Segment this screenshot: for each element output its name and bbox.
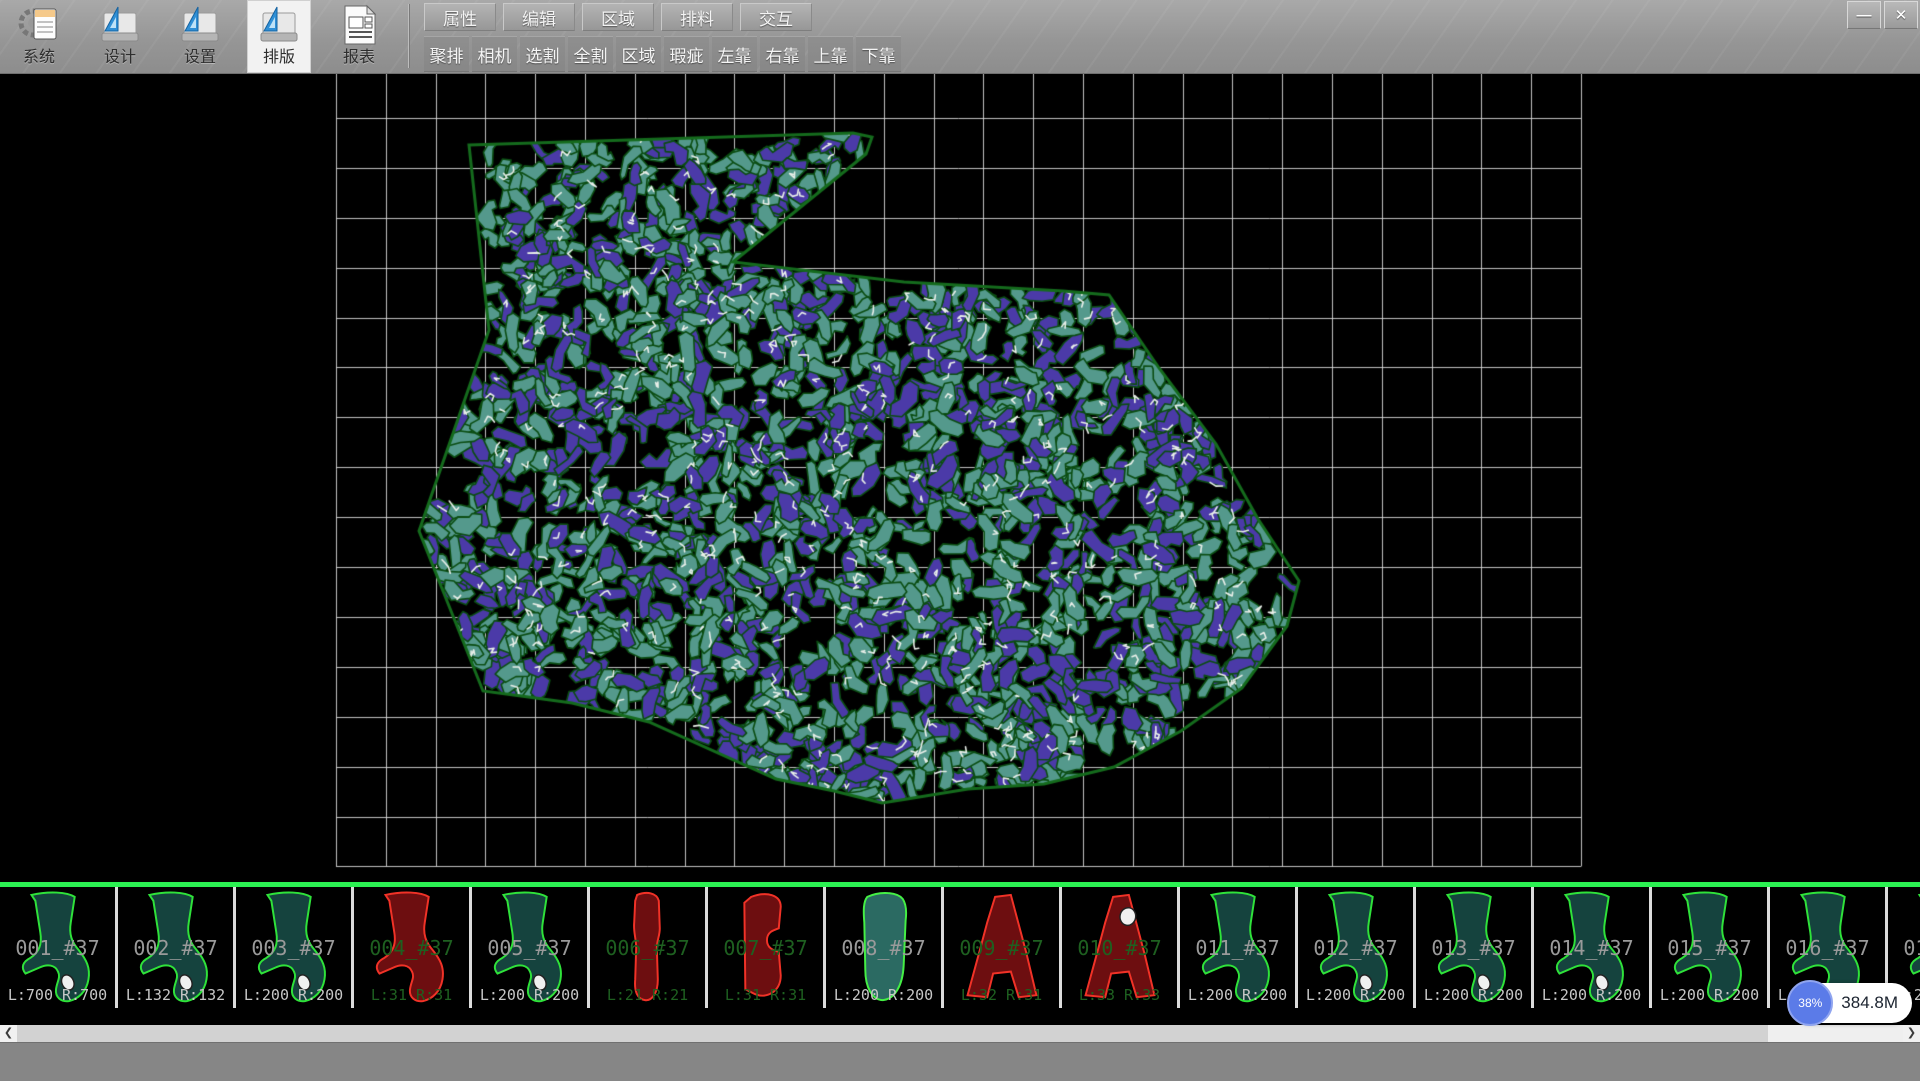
nav-tab-2[interactable]: 设计 <box>88 0 152 73</box>
piece-name: 008_#37 <box>826 936 941 960</box>
minimize-button[interactable]: — <box>1847 1 1881 29</box>
tool-button-6[interactable]: 瑕疵 <box>664 36 709 72</box>
piece-thumbnail-12[interactable]: 012_#37 L:200 R:200 <box>1298 887 1416 1008</box>
piece-name: 011_#37 <box>1180 936 1295 960</box>
tool-button-10[interactable]: 下靠 <box>856 36 901 72</box>
tool-button-2[interactable]: 相机 <box>472 36 517 72</box>
piece-thumbnail-7[interactable]: 007_#37 L:31 R:31 <box>708 887 826 1008</box>
main-toolbar: 系统设计设置排版报表 属性编辑区域排料交互 聚排相机选割全割区域瑕疵左靠右靠上靠… <box>0 0 1920 74</box>
nav-tab-label: 报表 <box>343 49 375 67</box>
piece-thumbnail-11[interactable]: 011_#37 L:200 R:200 <box>1180 887 1298 1008</box>
piece-size-label: L:33 R:33 <box>1062 986 1177 1004</box>
tool-button-3[interactable]: 选割 <box>520 36 565 72</box>
piece-thumbnail-3[interactable]: 003_#37 L:200 R:200 <box>236 887 354 1008</box>
piece-size-label: L:21 R:21 <box>590 986 705 1004</box>
menu-item-1[interactable]: 属性 <box>424 3 496 31</box>
horizontal-scrollbar[interactable]: ❮ ❯ <box>0 1025 1920 1042</box>
toolbar-divider <box>408 4 409 68</box>
tool-button-5[interactable]: 区域 <box>616 36 661 72</box>
piece-name: 003_#37 <box>236 936 351 960</box>
nav-tab-5[interactable]: 报表 <box>327 0 391 73</box>
piece-name: 006_#37 <box>590 936 705 960</box>
percent-circle: 38% <box>1787 980 1833 1026</box>
piece-thumbnail-2[interactable]: 002_#37 L:132 R:132 <box>118 887 236 1008</box>
nav-tab-4[interactable]: 排版 <box>247 0 311 73</box>
piece-size-label: L:700 R:700 <box>0 986 115 1004</box>
status-bar <box>0 1042 1920 1081</box>
piece-thumbnail-8[interactable]: 008_#37 L:200 R:200 <box>826 887 944 1008</box>
piece-name: 012_#37 <box>1298 936 1413 960</box>
nav-tab-label: 排版 <box>263 49 295 67</box>
piece-name: 001_#37 <box>0 936 115 960</box>
tool-button-row: 聚排相机选割全割区域瑕疵左靠右靠上靠下靠 <box>424 36 901 72</box>
piece-size-label: L:31 R:31 <box>354 986 469 1004</box>
settings-icon <box>177 2 223 48</box>
piece-thumbnail-13[interactable]: 013_#37 L:200 R:200 <box>1416 887 1534 1008</box>
piece-name: 017_#37 <box>1888 936 1920 960</box>
nav-tab-label: 设置 <box>184 49 216 67</box>
piece-thumbnail-strip: 001_#37L:700 R:700002_#37L:132 R:132003_… <box>0 882 1920 1013</box>
piece-size-label: L:200 R:200 <box>236 986 351 1004</box>
layout-icon <box>256 2 302 48</box>
tool-button-4[interactable]: 全割 <box>568 36 613 72</box>
nav-tab-label: 系统 <box>23 49 55 67</box>
memory-usage-badge[interactable]: 38% 384.8M <box>1789 983 1912 1023</box>
tool-button-7[interactable]: 左靠 <box>712 36 757 72</box>
tool-button-1[interactable]: 聚排 <box>424 36 469 72</box>
piece-name: 013_#37 <box>1416 936 1531 960</box>
nav-tab-3[interactable]: 设置 <box>168 0 232 73</box>
piece-size-label: L:31 R:31 <box>708 986 823 1004</box>
piece-thumbnail-5[interactable]: 005_#37 L:200 R:200 <box>472 887 590 1008</box>
piece-thumbnail-10[interactable]: 010_#37 L:33 R:33 <box>1062 887 1180 1008</box>
tool-button-9[interactable]: 上靠 <box>808 36 853 72</box>
design-icon <box>97 2 143 48</box>
piece-thumbnail-14[interactable]: 014_#37 L:200 R:200 <box>1534 887 1652 1008</box>
nesting-canvas[interactable] <box>0 73 1920 882</box>
piece-size-label: L:200 R:200 <box>1534 986 1649 1004</box>
piece-size-label: L:200 R:200 <box>826 986 941 1004</box>
menu-item-5[interactable]: 交互 <box>740 3 812 31</box>
window-controls: — ✕ <box>1847 1 1918 29</box>
nav-tab-1[interactable]: 系统 <box>7 0 71 73</box>
piece-name: 014_#37 <box>1534 936 1649 960</box>
scroll-right-icon[interactable]: ❯ <box>1903 1025 1920 1042</box>
piece-size-label: L:200 R:200 <box>1180 986 1295 1004</box>
piece-size-label: L:200 R:200 <box>1652 986 1767 1004</box>
piece-name: 002_#37 <box>118 936 233 960</box>
nav-tab-label: 设计 <box>104 49 136 67</box>
piece-name: 005_#37 <box>472 936 587 960</box>
menu-item-2[interactable]: 编辑 <box>503 3 575 31</box>
piece-thumbnail-1[interactable]: 001_#37 L:700 R:700 <box>0 887 118 1008</box>
piece-thumbnail-4[interactable]: 004_#37 L:31 R:31 <box>354 887 472 1008</box>
piece-thumbnail-15[interactable]: 015_#37 L:200 R:200 <box>1652 887 1770 1008</box>
piece-thumbnail-6[interactable]: 006_#37 L:21 R:21 <box>590 887 708 1008</box>
piece-name: 009_#37 <box>944 936 1059 960</box>
system-icon <box>16 2 62 48</box>
piece-name: 010_#37 <box>1062 936 1177 960</box>
close-button[interactable]: ✕ <box>1884 1 1918 29</box>
piece-size-label: L:200 R:200 <box>1416 986 1531 1004</box>
piece-size-label: L:32 R:31 <box>944 986 1059 1004</box>
piece-thumbnail-9[interactable]: 009_#37 L:32 R:31 <box>944 887 1062 1008</box>
menu-bar: 属性编辑区域排料交互 <box>424 3 812 30</box>
tool-button-8[interactable]: 右靠 <box>760 36 805 72</box>
piece-size-label: L:200 R:200 <box>472 986 587 1004</box>
memory-value: 384.8M <box>1841 993 1898 1013</box>
piece-name: 004_#37 <box>354 936 469 960</box>
report-icon <box>336 2 382 48</box>
scroll-left-icon[interactable]: ❮ <box>0 1025 17 1042</box>
piece-name: 007_#37 <box>708 936 823 960</box>
scrollbar-thumb[interactable] <box>17 1025 1768 1042</box>
piece-name: 016_#37 <box>1770 936 1885 960</box>
piece-size-label: L:200 R:200 <box>1298 986 1413 1004</box>
piece-size-label: L:132 R:132 <box>118 986 233 1004</box>
piece-name: 015_#37 <box>1652 936 1767 960</box>
menu-item-3[interactable]: 区域 <box>582 3 654 31</box>
menu-item-4[interactable]: 排料 <box>661 3 733 31</box>
